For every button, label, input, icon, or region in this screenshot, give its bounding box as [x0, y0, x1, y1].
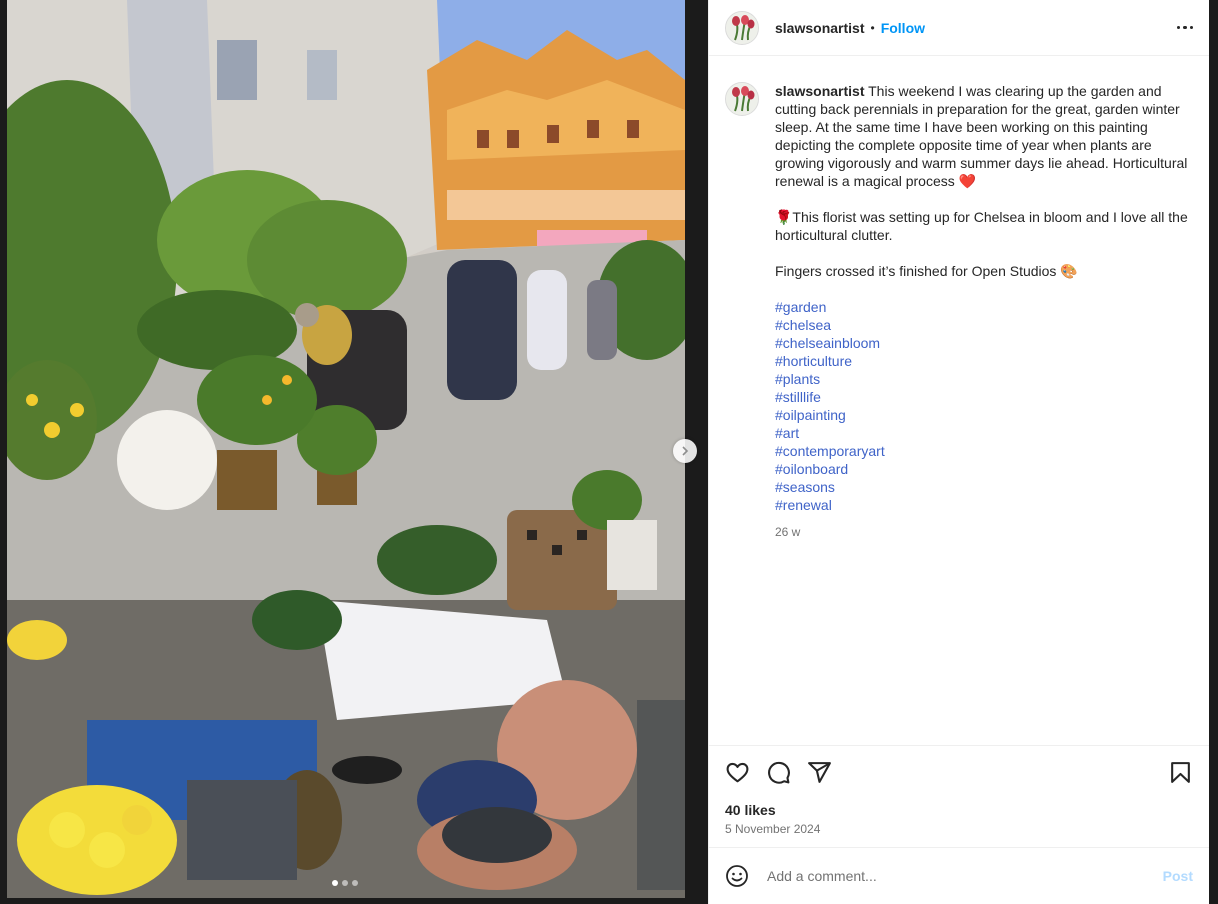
hashtag-link[interactable]: #oilonboard	[775, 460, 1193, 478]
share-icon[interactable]	[807, 760, 832, 785]
carousel-indicator	[332, 880, 358, 886]
hashtag-link[interactable]: #art	[775, 424, 1193, 442]
hashtag-link[interactable]: #oilpainting	[775, 406, 1193, 424]
bookmark-icon[interactable]	[1168, 760, 1193, 785]
follow-button[interactable]: Follow	[881, 20, 925, 36]
post-header: slawsonartist • Follow	[709, 0, 1209, 56]
comment-input[interactable]	[765, 867, 1163, 885]
hashtag-link[interactable]: #garden	[775, 298, 1193, 316]
action-bar: 40 likes 5 November 2024	[709, 745, 1209, 848]
hashtag-link[interactable]: #stilllife	[775, 388, 1193, 406]
post-date: 5 November 2024	[725, 822, 821, 836]
caption-username[interactable]: slawsonartist	[775, 83, 864, 99]
post-comment-button[interactable]: Post	[1163, 868, 1193, 884]
next-slide-button[interactable]	[673, 439, 697, 463]
chevron-right-icon	[682, 446, 689, 456]
caption-paragraph-2: 🌹This florist was setting up for Chelsea…	[775, 209, 1188, 243]
comment-icon[interactable]	[766, 760, 791, 785]
carousel-dot	[342, 880, 348, 886]
hashtag-list: #garden #chelsea #chelseainbloom #hortic…	[775, 298, 1193, 514]
avatar-image	[726, 83, 758, 115]
emoji-icon[interactable]	[725, 864, 749, 888]
caption-text: slawsonartist This weekend I was clearin…	[775, 82, 1193, 541]
hashtag-link[interactable]: #renewal	[775, 496, 1193, 514]
avatar-image	[726, 11, 758, 44]
avatar[interactable]	[725, 10, 759, 45]
caption: slawsonartist This weekend I was clearin…	[709, 56, 1209, 541]
post-image[interactable]	[7, 0, 685, 898]
hashtag-link[interactable]: #chelseainbloom	[775, 334, 1193, 352]
post-details-panel: slawsonartist • Follow slawsonartist Thi…	[708, 0, 1209, 904]
header-separator: •	[870, 20, 875, 35]
more-options-icon[interactable]	[1176, 20, 1193, 36]
action-icons	[725, 760, 832, 785]
likes-count[interactable]: 40 likes	[725, 802, 776, 818]
heart-icon[interactable]	[725, 760, 750, 785]
carousel-dot	[332, 880, 338, 886]
hashtag-link[interactable]: #chelsea	[775, 316, 1193, 334]
header-username[interactable]: slawsonartist	[775, 20, 864, 36]
hashtag-link[interactable]: #horticulture	[775, 352, 1193, 370]
comment-bar: Post	[709, 848, 1209, 904]
caption-paragraph: slawsonartist This weekend I was clearin…	[775, 82, 1193, 190]
caption-paragraph-3: Fingers crossed it’s finished for Open S…	[775, 263, 1078, 279]
carousel-dot	[352, 880, 358, 886]
hashtag-link[interactable]: #plants	[775, 370, 1193, 388]
hashtag-link[interactable]: #seasons	[775, 478, 1193, 496]
painting-illustration	[7, 0, 685, 898]
caption-avatar[interactable]	[725, 82, 759, 116]
post-timestamp[interactable]: 26 w	[775, 523, 1193, 541]
hashtag-link[interactable]: #contemporaryart	[775, 442, 1193, 460]
